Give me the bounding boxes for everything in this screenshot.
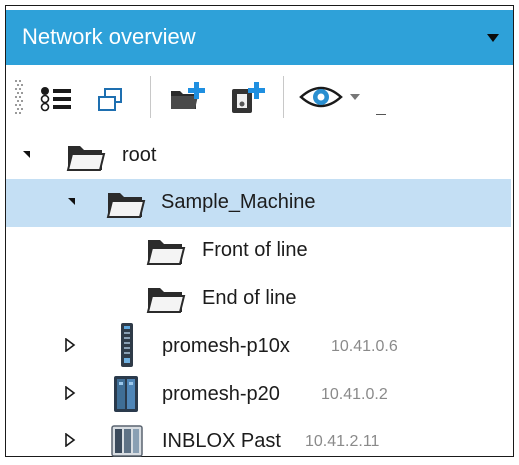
add-folder-icon[interactable] [168,80,208,114]
expanded-arrow-icon[interactable] [68,198,75,205]
switch-device-icon [121,323,133,367]
copy-windows-icon[interactable] [95,86,125,114]
tree-item-device[interactable]: promesh-p20 10.41.0.2 [6,370,511,418]
tree-item-label: Sample_Machine [161,191,316,213]
switch-device-icon [114,376,138,412]
device-name: promesh-p10x [162,335,290,357]
folder-icon [106,193,146,218]
dropdown-arrow-icon[interactable] [349,93,361,101]
collapsed-arrow-icon[interactable] [64,433,76,447]
tree-item-device[interactable]: INBLOX Past 10.41.2.11 [6,417,511,465]
device-name: INBLOX Past [162,430,281,452]
tree-item-label: root [122,144,157,166]
grip-icon[interactable] [15,80,23,114]
tree-item-root[interactable]: root [6,132,511,180]
expanded-arrow-icon[interactable] [23,151,30,158]
folder-icon [66,146,106,171]
tree-item-label: Front of line [202,239,308,261]
toolbar-separator [283,76,284,118]
tree-item-end-of-line[interactable]: End of line [6,274,511,322]
eye-view-icon[interactable] [298,82,344,112]
tree-item-device[interactable]: promesh-p10x 10.41.0.6 [6,322,511,370]
folder-icon [146,240,186,265]
add-device-icon[interactable] [228,80,268,116]
toolbar-separator [150,76,151,118]
folder-icon [146,288,186,313]
tree-item-front-of-line[interactable]: Front of line [6,226,511,274]
collapsed-arrow-icon[interactable] [64,386,76,400]
chevron-down-icon[interactable] [487,34,499,42]
device-name: promesh-p20 [162,383,280,405]
panel-title: Network overview [22,24,196,49]
list-view-icon[interactable] [40,86,74,112]
tree-item-label: End of line [202,287,297,309]
router-device-icon [111,425,143,457]
device-ip: 10.41.2.11 [305,433,380,450]
tree-item-sample-machine[interactable]: Sample_Machine [6,179,511,227]
collapsed-arrow-icon[interactable] [64,338,76,352]
panel-title-bar: Network overview [6,10,513,65]
device-ip: 10.41.0.6 [331,338,398,355]
device-ip: 10.41.0.2 [321,386,388,403]
toolbar-overflow-mark [376,114,386,115]
